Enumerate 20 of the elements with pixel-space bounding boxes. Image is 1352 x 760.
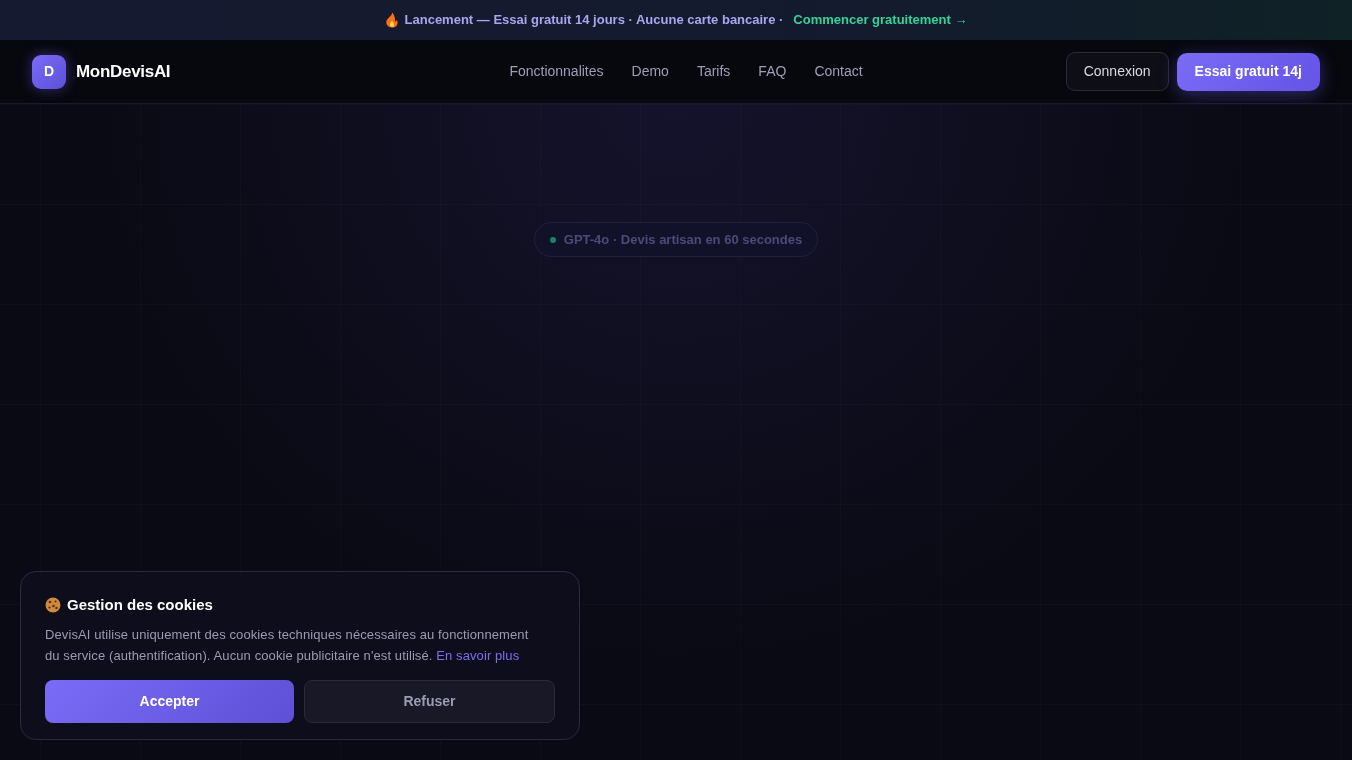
login-button[interactable]: Connexion bbox=[1065, 52, 1169, 91]
decline-button[interactable]: Refuser bbox=[304, 679, 555, 723]
nav-link[interactable]: FAQ bbox=[758, 61, 787, 82]
logo-tile[interactable]: D bbox=[32, 54, 66, 89]
cookie-icon bbox=[45, 597, 61, 614]
start-free-link[interactable]: Commencer gratuitement → bbox=[793, 10, 968, 30]
cookie-notice-text: DevisAI utilise uniquement des cookies techniques nécessaires au fonctionnement du service (authentification). Aucun cookie publicitaire n'est utilisé. En savoir plus bbox=[45, 625, 530, 665]
free-trial-button[interactable]: Essai gratuit 14j bbox=[1176, 52, 1320, 91]
announcement-text: Lancement — Essai gratuit 14 jours · Aucune carte bancaire · bbox=[404, 11, 784, 30]
nav-link[interactable]: Tarifs bbox=[696, 61, 731, 82]
flame-icon bbox=[384, 12, 399, 28]
nav-link[interactable]: Contact bbox=[814, 61, 863, 82]
nav-link[interactable]: Fonctionnalites bbox=[509, 61, 604, 82]
brand-name[interactable]: MonDevisAI bbox=[76, 58, 171, 85]
learn-more-link[interactable]: En savoir plus bbox=[436, 647, 520, 663]
badge-text: GPT-4o · Devis artisan en 60 secondes bbox=[563, 230, 803, 249]
accept-button[interactable]: Accepter bbox=[45, 679, 294, 723]
nav-link[interactable]: Demo bbox=[631, 61, 669, 82]
status-dot-icon bbox=[549, 236, 556, 243]
cookie-title: Gestion des cookies bbox=[67, 595, 213, 615]
